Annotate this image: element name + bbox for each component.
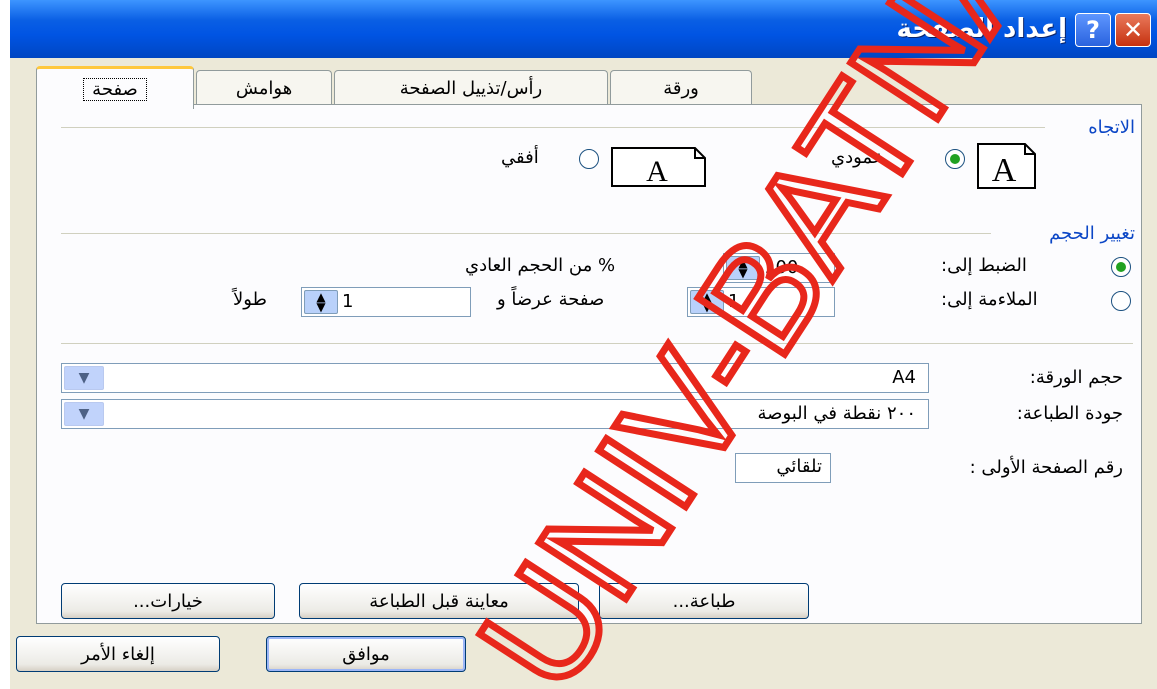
fit-tall-spinner[interactable]: ▲ ▼ 1 (301, 287, 471, 317)
scaling-separator (61, 233, 991, 234)
tab-page-label: صفحة (83, 77, 147, 101)
adjust-to-spinner[interactable]: ▲ ▼ 100 (723, 253, 835, 283)
fit-wide-suffix: صفحة عرضاً و (497, 289, 605, 310)
page-tab-panel: الاتجاه A عمودي A أفقي تغيير الحجم الضبط… (36, 104, 1142, 624)
print-button-label: طباعة... (672, 590, 736, 612)
portrait-page-icon: A (977, 143, 1036, 189)
paper-separator (61, 343, 1133, 344)
adjust-to-radio[interactable] (1111, 257, 1131, 277)
ok-button[interactable]: موافق (266, 636, 466, 672)
chevron-down-icon[interactable]: ▼ (64, 366, 104, 390)
print-quality-label: جودة الطباعة: (1016, 403, 1123, 424)
tab-sheet[interactable]: ورقة (610, 70, 752, 105)
fit-wide-spinner[interactable]: ▲ ▼ 1 (687, 287, 835, 317)
scaling-group-label: تغيير الحجم (1049, 223, 1135, 244)
options-button[interactable]: خيارات... (61, 583, 275, 619)
portrait-page-glyph: A (992, 152, 1017, 189)
cancel-button-label: إلغاء الأمر (81, 643, 155, 665)
spinner-arrows-icon[interactable]: ▲ ▼ (690, 290, 724, 314)
options-button-label: خيارات... (133, 590, 203, 612)
first-page-number-label: رقم الصفحة الأولى : (969, 457, 1123, 478)
portrait-radio[interactable] (945, 149, 965, 169)
paper-size-value: A4 (892, 367, 916, 388)
chevron-down-icon[interactable]: ▼ (64, 402, 104, 426)
paper-size-label: حجم الورقة: (1029, 367, 1123, 388)
adjust-to-label: الضبط إلى: (941, 255, 1027, 276)
spinner-arrows-icon[interactable]: ▲ ▼ (304, 290, 338, 314)
print-preview-button-label: معاينة قبل الطباعة (369, 590, 509, 612)
page-setup-dialog: إعداد الصفحة ? ✕ صفحة هوامش رأس/تذييل ال… (10, 0, 1157, 689)
portrait-label: عمودي (831, 147, 884, 168)
adjust-to-value: 100 (764, 257, 799, 278)
fit-wide-value: 1 (728, 291, 740, 312)
print-quality-dropdown[interactable]: ▼ ٢٠٠ نقطة في البوصة (61, 399, 929, 429)
dialog-title: إعداد الصفحة (896, 14, 1067, 44)
tab-margins[interactable]: هوامش (196, 70, 332, 105)
tab-margins-label: هوامش (235, 77, 293, 99)
first-page-number-field[interactable]: تلقائي (735, 453, 831, 483)
title-bar: إعداد الصفحة ? ✕ (10, 0, 1157, 58)
adjust-to-suffix: % من الحجم العادي (465, 255, 616, 276)
tab-header-footer-label: رأس/تذييل الصفحة (399, 77, 543, 99)
print-quality-value: ٢٠٠ نقطة في البوصة (757, 403, 916, 424)
landscape-radio[interactable] (579, 149, 599, 169)
print-preview-button[interactable]: معاينة قبل الطباعة (299, 583, 579, 619)
paper-size-dropdown[interactable]: ▼ A4 (61, 363, 929, 393)
fit-to-radio[interactable] (1111, 291, 1131, 311)
print-button[interactable]: طباعة... (599, 583, 809, 619)
fit-tall-value: 1 (342, 291, 354, 312)
landscape-page-glyph: A (646, 155, 668, 187)
close-button[interactable]: ✕ (1115, 13, 1151, 47)
cancel-button[interactable]: إلغاء الأمر (16, 636, 220, 672)
fit-tall-suffix: طولاً (233, 289, 267, 310)
fit-to-label: الملاءمة إلى: (941, 289, 1038, 310)
landscape-page-icon: A (611, 147, 706, 187)
spinner-arrows-icon[interactable]: ▲ ▼ (726, 256, 760, 280)
help-button[interactable]: ? (1075, 13, 1111, 47)
tab-page[interactable]: صفحة (36, 66, 194, 109)
tab-header-footer[interactable]: رأس/تذييل الصفحة (334, 70, 608, 105)
tab-sheet-label: ورقة (663, 77, 699, 99)
landscape-label: أفقي (501, 147, 539, 168)
orientation-group-label: الاتجاه (1088, 117, 1135, 138)
help-icon: ? (1086, 16, 1100, 44)
ok-button-label: موافق (342, 643, 390, 665)
orientation-separator (61, 127, 1045, 128)
close-icon: ✕ (1122, 16, 1144, 44)
